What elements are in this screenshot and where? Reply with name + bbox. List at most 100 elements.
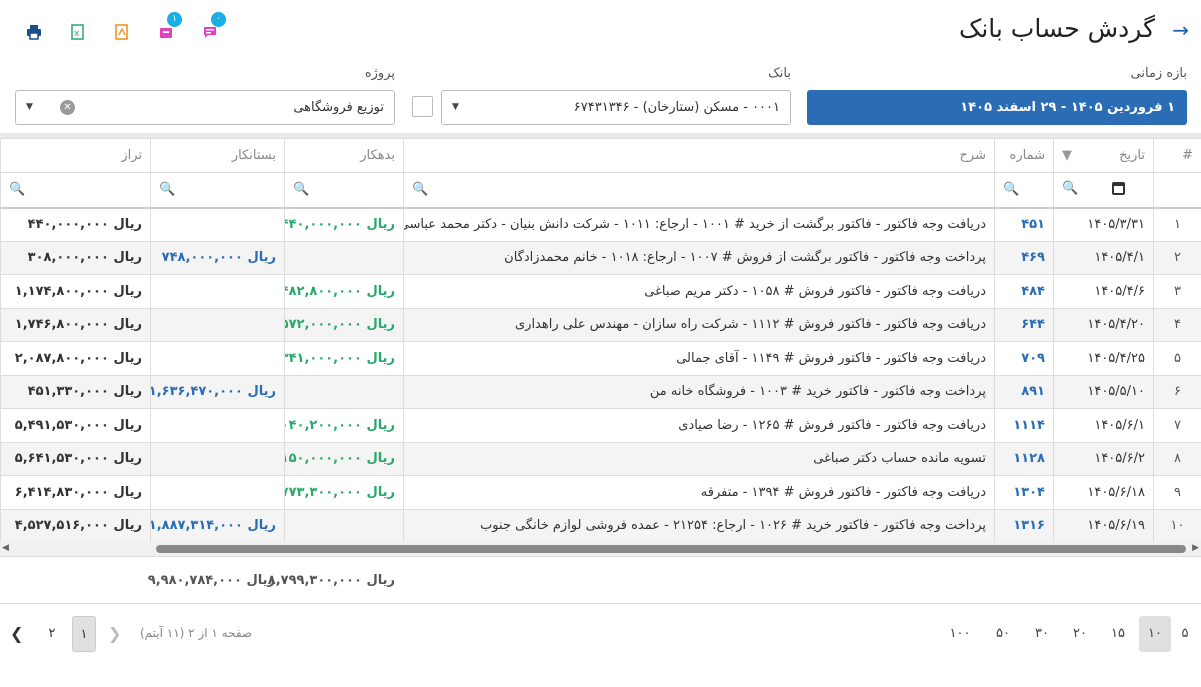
row-number-link[interactable]: ۱۳۰۴ xyxy=(994,475,1054,510)
row-number-link[interactable]: ۴۵۱ xyxy=(994,207,1054,242)
filter-cell-date[interactable]: 🔍 xyxy=(1053,172,1154,209)
row-num: ۱ xyxy=(1153,207,1201,242)
page-size-10[interactable]: ۱۰ xyxy=(1139,616,1171,652)
page-size-30[interactable]: ۳۰ xyxy=(1026,616,1058,652)
filter-cell-balance[interactable]: 🔍 xyxy=(0,172,151,209)
toolbar: x ۱ ۰ xyxy=(20,12,226,46)
prev-page-icon[interactable]: ❮ xyxy=(10,616,23,652)
table-row[interactable]: ۶ ۱۴۰۵/۵/۱۰ ۸۹۱ پرداخت وجه فاکتور - فاکتور … xyxy=(0,374,1201,409)
table-row[interactable]: ۳ ۱۴۰۵/۴/۶ ۴۸۴ دریافت وجه فاکتور - فاکتور ف… xyxy=(0,274,1201,309)
row-num: ۸ xyxy=(1153,441,1201,476)
col-header-credit[interactable]: بستانکار xyxy=(150,138,285,173)
row-number-link[interactable]: ۴۶۹ xyxy=(994,240,1054,275)
row-balance: ریال ۶,۴۱۴,۸۳۰,۰۰۰ xyxy=(0,475,151,510)
row-description: دریافت وجه فاکتور - فاکتور فروش # ۱۲۶۵ -… xyxy=(403,408,995,443)
table-row[interactable]: ۲ ۱۴۰۵/۴/۱ ۴۶۹ پرداخت وجه فاکتور - فاکتور ب… xyxy=(0,240,1201,275)
col-header-desc[interactable]: شرح xyxy=(403,138,995,173)
col-header-date[interactable]: تاریخ ▼ xyxy=(1053,138,1154,173)
row-balance: ریال ۵,۴۹۱,۵۳۰,۰۰۰ xyxy=(0,408,151,443)
excel-icon: x xyxy=(71,24,84,40)
pager-info: صفحه ۱ از ۲ (۱۱ آیتم) xyxy=(140,626,253,640)
filter-cell-credit[interactable]: 🔍 xyxy=(150,172,285,209)
page-button-1[interactable]: ۱ xyxy=(72,616,96,652)
project-checkbox[interactable] xyxy=(412,96,433,117)
filter-bar: بازه زمانی ۱ فروردین ۱۴۰۵ - ۲۹ اسفند ۱۴۰… xyxy=(0,62,1201,134)
search-icon[interactable]: 🔍 xyxy=(293,182,309,197)
clear-icon[interactable]: ✕ xyxy=(60,100,75,115)
row-credit xyxy=(150,307,285,342)
row-number-link[interactable]: ۱۳۱۶ xyxy=(994,508,1054,543)
horizontal-scrollbar[interactable]: ◀ ▶ xyxy=(0,542,1201,556)
table-row[interactable]: ۱ ۱۴۰۵/۳/۳۱ ۴۵۱ دریافت وجه فاکتور - فاکتور … xyxy=(0,207,1201,242)
bank-label: بانک xyxy=(768,66,791,81)
col-header-num[interactable]: # xyxy=(1153,138,1201,173)
back-arrow-icon[interactable]: → xyxy=(1172,18,1189,42)
transactions-grid: # تاریخ ▼ شماره شرح بدهکار بستانکار تراز… xyxy=(0,138,1201,543)
chevron-down-icon[interactable]: ▼ xyxy=(452,91,459,124)
page-size-20[interactable]: ۲۰ xyxy=(1064,616,1096,652)
row-date: ۱۴۰۵/۶/۲ xyxy=(1053,441,1154,476)
page-header: → گردش حساب بانک x ۱ ۰ xyxy=(0,0,1201,62)
col-header-date-label: تاریخ xyxy=(1119,148,1145,163)
table-row[interactable]: ۷ ۱۴۰۵/۶/۱ ۱۱۱۴ دریافت وجه فاکتور - فاکتور … xyxy=(0,408,1201,443)
search-icon[interactable]: 🔍 xyxy=(9,182,25,197)
row-number-link[interactable]: ۸۹۱ xyxy=(994,374,1054,409)
row-description: دریافت وجه فاکتور - فاکتور فروش # ۱۱۴۹ -… xyxy=(403,341,995,376)
table-row[interactable]: ۵ ۱۴۰۵/۴/۲۵ ۷۰۹ دریافت وجه فاکتور - فاکتور … xyxy=(0,341,1201,376)
bank-select[interactable]: ۰۰۰۱ - مسکن (ستارخان) - ۶۷۴۳۱۳۴۶ ▼ xyxy=(441,90,791,125)
filter-cell-desc[interactable]: 🔍 xyxy=(403,172,995,209)
col-header-no[interactable]: شماره xyxy=(994,138,1054,173)
row-date: ۱۴۰۵/۴/۲۵ xyxy=(1053,341,1154,376)
date-range-button[interactable]: ۱ فروردین ۱۴۰۵ - ۲۹ اسفند ۱۴۰۵ xyxy=(807,90,1187,125)
col-header-debit[interactable]: بدهکار xyxy=(284,138,404,173)
filter-cell-no[interactable]: 🔍 xyxy=(994,172,1054,209)
col-header-balance[interactable]: تراز xyxy=(0,138,151,173)
table-row[interactable]: ۴ ۱۴۰۵/۴/۲۰ ۶۴۴ دریافت وجه فاکتور - فاکتور … xyxy=(0,307,1201,342)
row-number-link[interactable]: ۱۱۲۸ xyxy=(994,441,1054,476)
filter-funnel-icon[interactable]: ▼ xyxy=(1062,148,1072,163)
chevron-down-icon[interactable]: ▼ xyxy=(26,91,33,124)
row-num: ۱۰ xyxy=(1153,508,1201,543)
table-row[interactable]: ۸ ۱۴۰۵/۶/۲ ۱۱۲۸ تسویه مانده حساب دکتر صباغی… xyxy=(0,441,1201,476)
row-debit: ریال ۵,۰۴۰,۲۰۰,۰۰۰ xyxy=(284,408,404,443)
project-select[interactable]: توزیع فروشگاهی ✕ ▼ xyxy=(15,90,395,125)
row-number-link[interactable]: ۷۰۹ xyxy=(994,341,1054,376)
table-body: ۱ ۱۴۰۵/۳/۳۱ ۴۵۱ دریافت وجه فاکتور - فاکتور … xyxy=(0,207,1201,543)
row-date: ۱۴۰۵/۶/۱۸ xyxy=(1053,475,1154,510)
page-size-100[interactable]: ۱۰۰ xyxy=(944,616,976,652)
row-date: ۱۴۰۵/۶/۱۹ xyxy=(1053,508,1154,543)
row-balance: ریال ۱,۷۴۶,۸۰۰,۰۰۰ xyxy=(0,307,151,342)
page-size-50[interactable]: ۵۰ xyxy=(987,616,1019,652)
pager: ۵ ۱۰ ۱۵ ۲۰ ۳۰ ۵۰ ۱۰۰ صفحه ۱ از ۲ (۱۱ آیت… xyxy=(0,604,1201,664)
scroll-left-icon[interactable]: ◀ xyxy=(2,543,9,553)
page-button-2[interactable]: ۲ xyxy=(40,616,64,652)
chat-button[interactable]: ۰ xyxy=(196,12,226,46)
table-row[interactable]: ۹ ۱۴۰۵/۶/۱۸ ۱۳۰۴ دریافت وجه فاکتور - فاکتور… xyxy=(0,475,1201,510)
row-credit: ریال ۱,۸۸۷,۳۱۴,۰۰۰ xyxy=(150,508,285,543)
cart-button[interactable]: ۱ xyxy=(152,12,182,46)
row-date: ۱۴۰۵/۶/۱ xyxy=(1053,408,1154,443)
calendar-icon[interactable] xyxy=(1112,182,1125,196)
row-description: دریافت وجه فاکتور - فاکتور فروش # ۱۳۹۴ -… xyxy=(403,475,995,510)
search-icon[interactable]: 🔍 xyxy=(159,182,175,197)
excel-export-button[interactable]: x xyxy=(64,18,92,46)
scrollbar-thumb[interactable] xyxy=(156,545,1186,553)
pdf-export-button[interactable] xyxy=(108,18,136,46)
row-number-link[interactable]: ۴۸۴ xyxy=(994,274,1054,309)
row-number-link[interactable]: ۱۱۱۴ xyxy=(994,408,1054,443)
row-credit xyxy=(150,475,285,510)
row-balance: ریال ۴۵۱,۳۳۰,۰۰۰ xyxy=(0,374,151,409)
print-button[interactable] xyxy=(20,18,48,46)
search-icon[interactable]: 🔍 xyxy=(1003,182,1019,197)
scroll-right-icon[interactable]: ▶ xyxy=(1192,543,1199,553)
next-page-icon[interactable]: ❯ xyxy=(108,616,121,652)
table-row[interactable]: ۱۰ ۱۴۰۵/۶/۱۹ ۱۳۱۶ پرداخت وجه فاکتور - فاکتو… xyxy=(0,508,1201,543)
page-size-15[interactable]: ۱۵ xyxy=(1102,616,1134,652)
printer-icon xyxy=(27,25,41,40)
filter-cell-debit[interactable]: 🔍 xyxy=(284,172,404,209)
search-icon[interactable]: 🔍 xyxy=(412,182,428,197)
page-size-5[interactable]: ۵ xyxy=(1169,616,1201,652)
row-number-link[interactable]: ۶۴۴ xyxy=(994,307,1054,342)
row-balance: ریال ۴۴۰,۰۰۰,۰۰۰ xyxy=(0,207,151,242)
search-icon[interactable]: 🔍 xyxy=(1062,181,1078,196)
